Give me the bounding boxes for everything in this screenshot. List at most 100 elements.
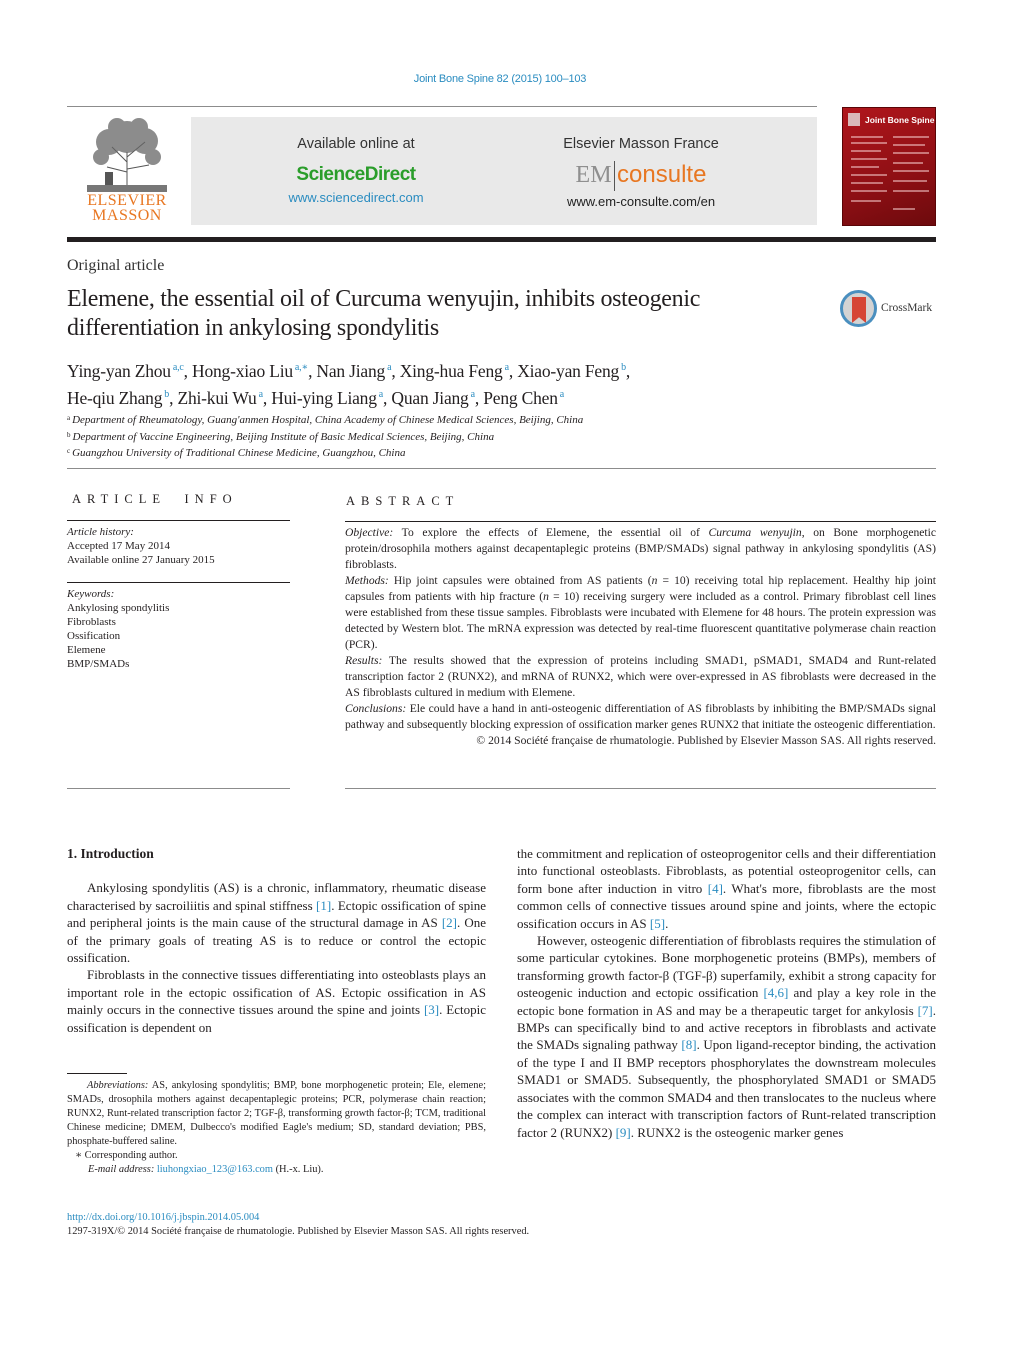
author-affiliation-link[interactable]: a,∗ (295, 362, 308, 373)
author[interactable]: Quan Jiang a (391, 388, 475, 408)
author-affiliation-link[interactable]: a (471, 389, 475, 400)
author[interactable]: Peng Chen a (483, 388, 564, 408)
keyword: Ossification (67, 630, 121, 642)
cover-toc-line (851, 190, 887, 192)
sciencedirect-link[interactable]: www.sciencedirect.com (206, 190, 506, 205)
abstract-end-rule (345, 788, 936, 789)
author[interactable]: Xiao-yan Feng b (517, 361, 626, 381)
conclusions-text: Ele could have a hand in anti-osteogenic… (345, 702, 936, 731)
emconsulte-block: Elsevier Masson France EM consulte www.em… (491, 117, 791, 209)
author[interactable]: Nan Jiang a (316, 361, 391, 381)
author-name: Nan Jiang (316, 361, 386, 381)
citation-link[interactable]: [5] (650, 916, 665, 931)
body-paragraph: Ankylosing spondylitis (AS) is a chronic… (67, 879, 486, 966)
logo-divider (613, 160, 616, 191)
keyword: Ankylosing spondylitis (67, 602, 170, 614)
conclusions-label: Conclusions: (345, 702, 407, 715)
article-type: Original article (67, 257, 165, 274)
affiliation-text: Department of Vaccine Engineering, Beiji… (72, 430, 495, 443)
footnotes: Abbreviations: AS, ankylosing spondyliti… (67, 1079, 486, 1177)
author-name: Xing-hua Feng (399, 361, 503, 381)
methods-label: Methods: (345, 574, 389, 587)
author[interactable]: Xing-hua Feng a (400, 361, 509, 381)
citation-link[interactable]: [1] (316, 898, 331, 913)
author[interactable]: Ying-yan Zhou a,c (67, 361, 184, 381)
emconsulte-logo[interactable]: EM consulte (491, 159, 791, 191)
affiliation-text: Department of Rheumatology, Guang'anmen … (72, 414, 584, 426)
body-paragraph: However, osteogenic differentiation of f… (517, 932, 936, 1141)
abbreviations-label: Abbreviations: (87, 1080, 149, 1091)
online-date: Available online 27 January 2015 (67, 554, 215, 566)
objective-label: Objective: (345, 526, 394, 539)
cover-toc-line (851, 166, 879, 168)
cover-toc-line (893, 190, 929, 192)
doi-link[interactable]: http://dx.doi.org/10.1016/j.jbspin.2014.… (67, 1212, 259, 1223)
abstract-conclusions: Conclusions: Ele could have a hand in an… (345, 701, 936, 733)
author-affiliation-link[interactable]: a (259, 389, 263, 400)
masson-word: MASSON (92, 207, 162, 224)
author-affiliation-link[interactable]: a (560, 389, 564, 400)
author-affiliation-link[interactable]: a (505, 362, 509, 373)
cover-toc-line (893, 180, 927, 182)
sciencedirect-block: Available online at ScienceDirect www.sc… (206, 117, 506, 205)
citation-link[interactable]: [4,6] (763, 985, 788, 1000)
body-text: . RUNX2 is the osteogenic marker genes (630, 1124, 844, 1140)
crossmark-icon (840, 290, 877, 327)
issn-copyright: 1297-319X/© 2014 Société française de rh… (67, 1226, 530, 1237)
crossmark-button[interactable]: CrossMark (840, 290, 940, 330)
citation-link[interactable]: [2] (442, 915, 457, 930)
journal-reference-link[interactable]: Joint Bone Spine 82 (2015) 100–103 (0, 73, 1000, 85)
author-affiliation-link[interactable]: a (387, 362, 391, 373)
elsevier-masson-wordmark: ELSEVIER MASSON (82, 193, 172, 224)
objective-text: To explore the effects of Elemene, the e… (393, 526, 709, 539)
body-paragraph: Fibroblasts in the connective tissues di… (67, 966, 486, 1036)
author-affiliation-link[interactable]: a (379, 389, 383, 400)
email-link[interactable]: liuhongxiao_123@163.com (157, 1164, 273, 1175)
keyword: Elemene (67, 644, 106, 656)
article-history: Article history: Accepted 17 May 2014 Av… (67, 525, 290, 567)
header-thick-rule (67, 237, 936, 242)
cover-toc-line (851, 158, 887, 160)
accepted-date: Accepted 17 May 2014 (67, 540, 170, 552)
keywords: Keywords: Ankylosing spondylitis Fibrobl… (67, 587, 290, 671)
author-affiliation-link[interactable]: b (621, 362, 626, 373)
citation-link[interactable]: [7] (918, 1003, 933, 1018)
citation-link[interactable]: [4] (708, 881, 723, 896)
cover-toc-line (851, 200, 881, 202)
email-suffix: (H.-x. Liu). (272, 1164, 324, 1175)
cover-toc-line (893, 162, 923, 164)
author-list: Ying-yan Zhou a,c, Hong-xiao Liu a,∗, Nan … (67, 361, 631, 408)
abstract-objective: Objective: To explore the effects of Ele… (345, 525, 936, 573)
elsevier-tree-icon (87, 118, 167, 192)
keyword: BMP/SMADs (67, 658, 130, 670)
affiliation-key: a (67, 414, 71, 422)
citation-link[interactable]: [9] (616, 1125, 631, 1140)
sciencedirect-logo[interactable]: ScienceDirect (206, 164, 506, 186)
abstract-copyright: © 2014 Société française de rhumatologie… (476, 734, 936, 747)
author[interactable]: Hui-ying Liang a (271, 388, 383, 408)
author-name: He-qiu Zhang (67, 388, 163, 408)
journal-cover-thumbnail[interactable]: Joint Bone Spine (842, 107, 936, 226)
em-logo-part: EM (575, 162, 612, 188)
keywords-label: Keywords: (67, 588, 115, 600)
affiliation-text: Guangzhou University of Traditional Chin… (72, 447, 406, 459)
abstract-heading: ABSTRACT (346, 494, 460, 508)
crossmark-ribbon-icon (852, 297, 866, 323)
affiliation-key: b (67, 430, 71, 439)
author-affiliation-link[interactable]: a,c (173, 362, 184, 373)
author-name: Peng Chen (483, 388, 558, 408)
citation-link[interactable]: [8] (681, 1037, 696, 1052)
abbreviations-footnote: Abbreviations: AS, ankylosing spondyliti… (67, 1079, 486, 1149)
abstract-rule (345, 521, 936, 522)
article-info-rule (67, 520, 290, 521)
author-affiliation-link[interactable]: b (164, 389, 169, 400)
author[interactable]: He-qiu Zhang b (67, 388, 169, 408)
body-column-right: the commitment and replication of osteop… (517, 845, 936, 1141)
citation-link[interactable]: [3] (424, 1002, 439, 1017)
cover-toc-line (851, 142, 887, 144)
email-footnote: E-mail address: liuhongxiao_123@163.com … (67, 1163, 486, 1177)
author[interactable]: Hong-xiao Liu a,∗ (192, 361, 308, 381)
abstract-methods: Methods: Hip joint capsules were obtaine… (345, 573, 936, 653)
author[interactable]: Zhi-kui Wu a (177, 388, 263, 408)
emconsulte-link[interactable]: www.em-consulte.com/en (491, 194, 791, 209)
